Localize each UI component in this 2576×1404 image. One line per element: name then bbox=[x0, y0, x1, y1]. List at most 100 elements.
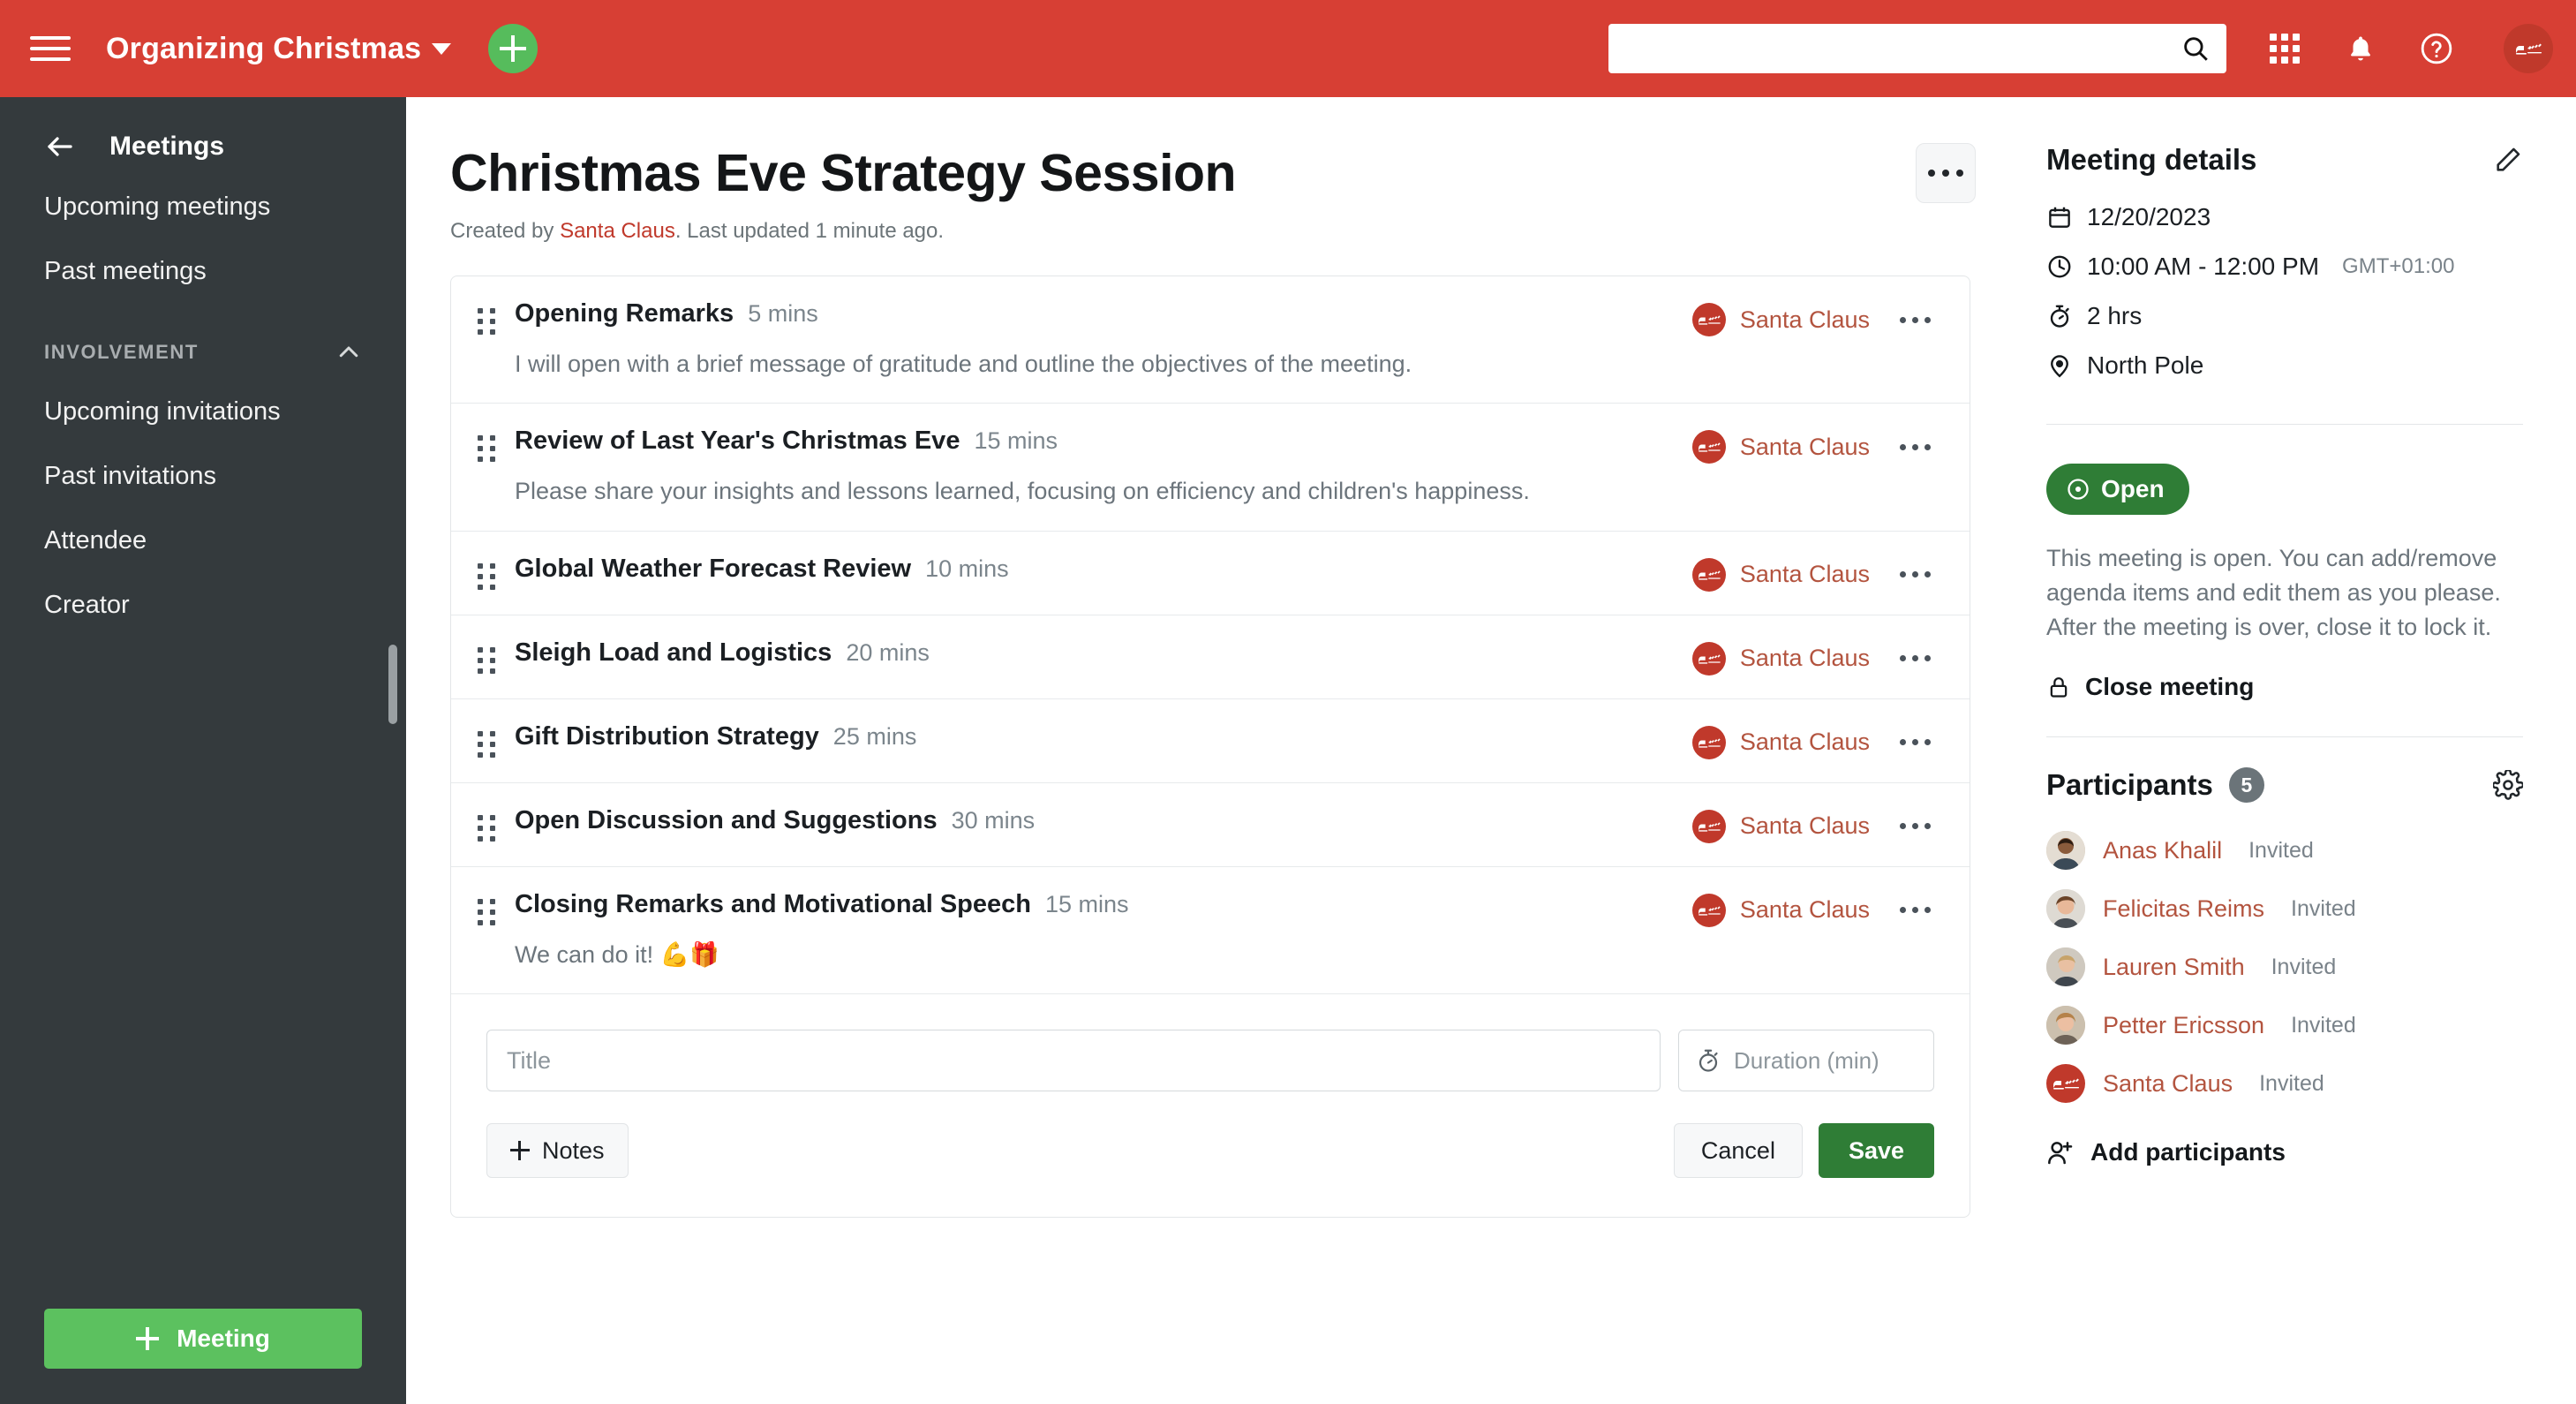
owner-name[interactable]: Santa Claus bbox=[1740, 645, 1870, 672]
back-arrow-icon[interactable] bbox=[44, 131, 76, 162]
participant-name[interactable]: Lauren Smith bbox=[2103, 954, 2245, 981]
add-notes-button[interactable]: Notes bbox=[486, 1123, 629, 1179]
participant-name[interactable]: Anas Khalil bbox=[2103, 837, 2222, 864]
cancel-button[interactable]: Cancel bbox=[1673, 1123, 1803, 1179]
meeting-location-row: North Pole bbox=[2046, 351, 2523, 380]
notifications-button[interactable] bbox=[2343, 31, 2378, 66]
drag-handle-icon[interactable] bbox=[478, 646, 499, 674]
save-button[interactable]: Save bbox=[1818, 1123, 1934, 1179]
sidebar-back-header[interactable]: Meetings bbox=[0, 118, 406, 175]
agenda-item-row[interactable]: Sleigh Load and Logistics 20 mins Santa … bbox=[451, 615, 1970, 699]
agenda-item-row[interactable]: Gift Distribution Strategy 25 mins Santa… bbox=[451, 699, 1970, 783]
drag-handle-icon[interactable] bbox=[478, 562, 499, 590]
close-meeting-button[interactable]: Close meeting bbox=[2046, 673, 2523, 701]
agenda-item-more-options[interactable] bbox=[1896, 564, 1934, 585]
sidebar-item-past-invitations[interactable]: Past invitations bbox=[0, 444, 406, 509]
agenda-item-row[interactable]: Open Discussion and Suggestions 30 mins … bbox=[451, 783, 1970, 867]
participant-row[interactable]: Felicitas Reims Invited bbox=[2046, 884, 2523, 933]
chevron-up-icon[interactable] bbox=[335, 339, 362, 366]
agenda-item-row[interactable]: Opening Remarks 5 mins I will open with … bbox=[451, 276, 1970, 404]
participant-row[interactable]: Petter Ericsson Invited bbox=[2046, 1000, 2523, 1050]
status-badge[interactable]: Open bbox=[2046, 464, 2189, 515]
bell-icon bbox=[2351, 36, 2370, 61]
agenda-item-headline: Sleigh Load and Logistics 20 mins bbox=[515, 638, 1692, 668]
agenda-item-row[interactable]: Review of Last Year's Christmas Eve 15 m… bbox=[451, 404, 1970, 532]
sidebar-item-past-meetings[interactable]: Past meetings bbox=[0, 239, 406, 304]
participant-row[interactable]: Lauren Smith Invited bbox=[2046, 942, 2523, 992]
agenda-item-title: Closing Remarks and Motivational Speech bbox=[515, 889, 1031, 918]
owner-name[interactable]: Santa Claus bbox=[1740, 561, 1870, 588]
agenda-item-row[interactable]: Global Weather Forecast Review 10 mins S… bbox=[451, 532, 1970, 615]
avatar bbox=[2046, 1006, 2085, 1045]
agenda-item-more-options[interactable] bbox=[1896, 900, 1934, 920]
agenda-item-more-options[interactable] bbox=[1896, 310, 1934, 330]
participant-name[interactable]: Santa Claus bbox=[2103, 1070, 2233, 1098]
owner-name[interactable]: Santa Claus bbox=[1740, 434, 1870, 461]
agenda-item-body: Opening Remarks 5 mins I will open with … bbox=[515, 299, 1692, 380]
help-button[interactable] bbox=[2419, 31, 2454, 66]
sidebar-item-attendee[interactable]: Attendee bbox=[0, 509, 406, 573]
agenda-item-more-options[interactable] bbox=[1896, 437, 1934, 457]
photo-female-2-icon bbox=[2046, 947, 2085, 987]
create-new-button[interactable] bbox=[488, 24, 539, 73]
agenda-item-duration: 15 mins bbox=[974, 427, 1058, 455]
creator-link[interactable]: Santa Claus bbox=[560, 219, 675, 243]
search-input[interactable] bbox=[1624, 34, 2181, 63]
meeting-timezone: GMT+01:00 bbox=[2342, 254, 2455, 278]
location-pin-icon bbox=[2051, 355, 2068, 378]
agenda-item-more-options[interactable] bbox=[1896, 648, 1934, 668]
workspace-selector[interactable]: Organizing Christmas bbox=[106, 31, 452, 66]
edit-pencil-icon[interactable] bbox=[2493, 145, 2523, 175]
search-box[interactable] bbox=[1608, 24, 2226, 73]
new-meeting-label: Meeting bbox=[177, 1325, 270, 1352]
participant-name[interactable]: Felicitas Reims bbox=[2103, 895, 2264, 923]
drag-handle-icon[interactable] bbox=[478, 435, 499, 463]
participant-row[interactable]: Santa Claus Invited bbox=[2046, 1059, 2523, 1108]
gear-icon[interactable] bbox=[2493, 770, 2523, 801]
agenda-item-more-options[interactable] bbox=[1896, 732, 1934, 752]
owner-name[interactable]: Santa Claus bbox=[1740, 306, 1870, 334]
agenda-item-notes: I will open with a brief message of grat… bbox=[515, 351, 1412, 377]
agenda-duration-input[interactable] bbox=[1734, 1046, 1917, 1075]
lock-icon bbox=[2050, 677, 2068, 698]
agenda-item-owner: Santa Claus bbox=[1691, 725, 1934, 759]
agenda-item-row[interactable]: Closing Remarks and Motivational Speech … bbox=[451, 867, 1970, 995]
hamburger-menu-icon[interactable] bbox=[30, 28, 71, 69]
workspace-name: Organizing Christmas bbox=[106, 31, 422, 65]
participant-row[interactable]: Anas Khalil Invited bbox=[2046, 826, 2523, 875]
add-participants-label: Add participants bbox=[2090, 1138, 2286, 1166]
agenda-item-headline: Opening Remarks 5 mins bbox=[515, 299, 1692, 328]
agenda-item-body: Review of Last Year's Christmas Eve 15 m… bbox=[515, 426, 1692, 507]
sidebar-item-upcoming-invitations[interactable]: Upcoming invitations bbox=[0, 380, 406, 444]
add-participants-button[interactable]: Add participants bbox=[2046, 1138, 2523, 1166]
owner-name[interactable]: Santa Claus bbox=[1740, 728, 1870, 756]
page-title: Christmas Eve Strategy Session bbox=[450, 144, 1237, 202]
agenda-item-more-options[interactable] bbox=[1896, 816, 1934, 836]
drag-handle-icon[interactable] bbox=[478, 308, 499, 335]
new-meeting-button[interactable]: Meeting bbox=[44, 1309, 362, 1369]
search-icon[interactable] bbox=[2181, 34, 2211, 64]
drag-handle-icon[interactable] bbox=[478, 730, 499, 758]
drag-handle-icon[interactable] bbox=[478, 814, 499, 842]
participant-name[interactable]: Petter Ericsson bbox=[2103, 1012, 2264, 1039]
divider bbox=[2046, 736, 2523, 738]
user-avatar[interactable] bbox=[2504, 24, 2553, 73]
agenda-duration-field[interactable] bbox=[1678, 1030, 1934, 1092]
owner-avatar bbox=[1691, 725, 1726, 759]
sidebar-item-creator[interactable]: Creator bbox=[0, 573, 406, 638]
photo-male-2-icon bbox=[2046, 1006, 2085, 1045]
avatar bbox=[2046, 831, 2085, 871]
meeting-details-header: Meeting details bbox=[2046, 143, 2523, 177]
participants-header: Participants 5 bbox=[2046, 767, 2523, 804]
help-circle-icon bbox=[2421, 33, 2452, 64]
drag-handle-icon[interactable] bbox=[478, 898, 499, 925]
sidebar-scrollbar-thumb[interactable] bbox=[388, 645, 397, 724]
agenda-title-input[interactable] bbox=[486, 1030, 1661, 1092]
owner-name[interactable]: Santa Claus bbox=[1740, 896, 1870, 924]
participants-title: Participants bbox=[2046, 768, 2213, 802]
sidebar-item-upcoming-meetings[interactable]: Upcoming meetings bbox=[0, 175, 406, 239]
page-more-options-button[interactable] bbox=[1916, 143, 1976, 203]
apps-grid-button[interactable] bbox=[2267, 31, 2302, 66]
sidebar-section-involvement[interactable]: INVOLVEMENT bbox=[0, 304, 406, 380]
owner-name[interactable]: Santa Claus bbox=[1740, 812, 1870, 840]
